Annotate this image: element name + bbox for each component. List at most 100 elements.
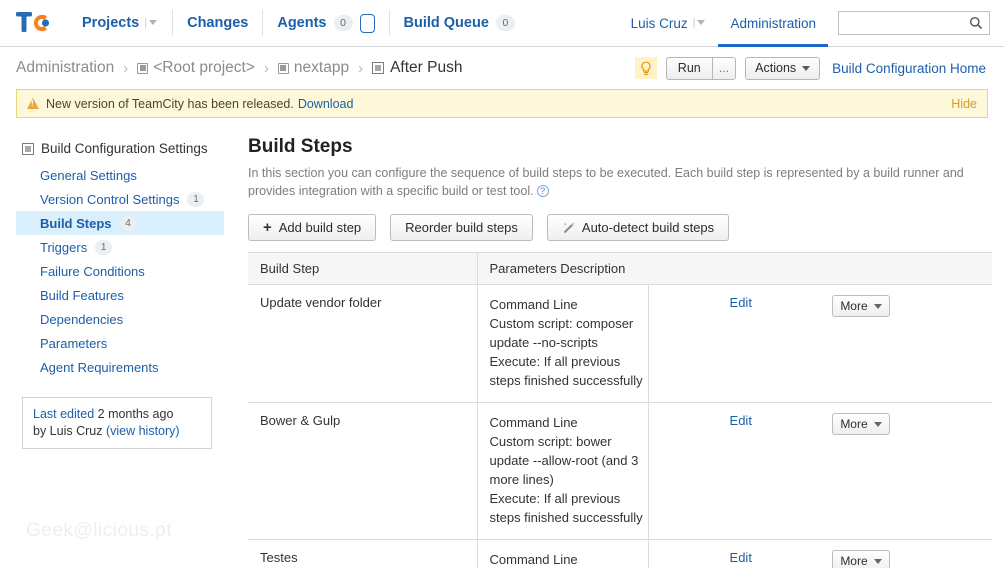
reorder-build-steps-label: Reorder build steps — [405, 220, 518, 235]
view-history-link[interactable]: (view history) — [106, 424, 180, 438]
nav-item-agents[interactable]: Agents 0 — [265, 0, 386, 46]
build-step-runner: Command Line — [489, 415, 578, 430]
teamcity-logo[interactable] — [14, 8, 58, 38]
search-box[interactable] — [838, 11, 990, 35]
sidebar-item-triggers[interactable]: Triggers 1 — [16, 235, 224, 259]
auto-detect-build-steps-button[interactable]: Auto-detect build steps — [546, 214, 730, 241]
sidebar-item-label: Build Steps — [40, 215, 112, 231]
edit-link[interactable]: Edit — [730, 413, 752, 428]
edit-link[interactable]: Edit — [730, 550, 752, 565]
admin-tab-label: Administration — [730, 15, 816, 31]
tab-administration[interactable]: Administration — [718, 0, 828, 47]
last-edited-by: by Luis Cruz — [33, 424, 106, 438]
build-step-name: Testes — [248, 539, 478, 568]
last-edited-box: Last edited 2 months ago by Luis Cruz (v… — [22, 397, 212, 449]
last-edited-label[interactable]: Last edited — [33, 407, 94, 421]
version-notification-bar: New version of TeamCity has been release… — [16, 89, 988, 118]
chevron-down-icon — [873, 558, 882, 564]
nav-label-changes: Changes — [187, 15, 249, 31]
project-icon — [137, 62, 149, 74]
build-steps-toolbar: + Add build step Reorder build steps Aut… — [248, 214, 988, 241]
run-split-button[interactable]: Run ... — [665, 56, 737, 80]
sidebar-item-failure-conditions[interactable]: Failure Conditions — [16, 259, 224, 283]
add-build-step-button[interactable]: + Add build step — [248, 214, 377, 241]
build-step-edit-cell: Edit — [648, 402, 821, 540]
user-menu[interactable]: Luis Cruz | — [627, 16, 711, 31]
last-edited-line: Last edited 2 months ago — [33, 406, 201, 423]
more-label: More — [840, 554, 868, 568]
nav-divider — [388, 10, 390, 36]
table-row[interactable]: Testes Command Line Custom script: php c… — [248, 539, 992, 568]
more-dropdown-button[interactable]: More — [832, 550, 890, 568]
breadcrumb-administration[interactable]: Administration — [16, 59, 114, 77]
column-header-build-step: Build Step — [248, 252, 478, 285]
build-step-script: Custom script: bower update --allow-root… — [489, 434, 639, 487]
agents-count-badge: 0 — [333, 15, 353, 31]
more-label: More — [840, 299, 868, 313]
auto-detect-build-steps-label: Auto-detect build steps — [581, 220, 715, 235]
build-step-parameters: Command Line Custom script: php ci/phpun… — [477, 539, 649, 568]
table-row[interactable]: Bower & Gulp Command Line Custom script:… — [248, 402, 992, 540]
sidebar-item-label: Parameters — [40, 335, 108, 351]
build-step-execute: Execute: If all previous steps finished … — [489, 491, 643, 525]
user-name: Luis Cruz — [630, 15, 688, 31]
more-dropdown-button[interactable]: More — [832, 413, 890, 435]
build-queue-count-badge: 0 — [495, 15, 515, 31]
section-description-text: In this section you can configure the se… — [248, 166, 964, 198]
magic-wand-icon — [562, 221, 576, 235]
chevron-down-icon — [802, 65, 811, 71]
projects-dropdown-caret[interactable]: | — [144, 17, 158, 29]
sidebar-item-agent-requirements[interactable]: Agent Requirements — [16, 355, 224, 379]
tips-bulb-button[interactable] — [634, 57, 657, 79]
sidebar-item-dependencies[interactable]: Dependencies — [16, 307, 224, 331]
breadcrumb-separator: › — [358, 59, 364, 77]
build-steps-table: Build Step Parameters Description Update… — [248, 252, 992, 568]
sidebar-item-version-control-settings[interactable]: Version Control Settings 1 — [16, 187, 224, 211]
sidebar-item-badge: 1 — [187, 191, 205, 207]
table-header-row: Build Step Parameters Description — [248, 252, 992, 285]
lightbulb-icon — [641, 61, 651, 75]
breadcrumb-separator: › — [123, 59, 129, 77]
agents-status-badge[interactable] — [359, 13, 375, 33]
caret-divider: | — [692, 17, 696, 29]
run-button[interactable]: Run — [665, 56, 712, 80]
breadcrumb-after-push: After Push — [372, 59, 462, 77]
sidebar-item-build-steps[interactable]: Build Steps 4 — [16, 211, 224, 235]
build-step-edit-cell: Edit — [648, 284, 821, 403]
more-dropdown-button[interactable]: More — [832, 295, 890, 317]
last-edited-when: 2 months ago — [94, 407, 174, 421]
nav-item-build-queue[interactable]: Build Queue 0 — [392, 0, 527, 46]
more-label: More — [840, 417, 868, 431]
sidebar-item-general-settings[interactable]: General Settings — [16, 163, 224, 187]
hide-notice-link[interactable]: Hide — [951, 97, 977, 111]
nav-item-changes[interactable]: Changes — [175, 0, 260, 46]
sidebar-item-label: Version Control Settings — [40, 191, 180, 207]
build-steps-table-head: Build Step Parameters Description — [248, 252, 992, 285]
sidebar-item-parameters[interactable]: Parameters — [16, 331, 224, 355]
search-input[interactable] — [845, 16, 983, 30]
page-body: Build Configuration Settings General Set… — [0, 118, 1004, 568]
table-row[interactable]: Update vendor folder Command Line Custom… — [248, 284, 992, 403]
actions-dropdown-button[interactable]: Actions — [745, 56, 821, 80]
build-configuration-home-link[interactable]: Build Configuration Home — [832, 61, 986, 76]
help-icon[interactable]: ? — [536, 184, 549, 197]
caret-divider: | — [144, 17, 148, 29]
reorder-build-steps-button[interactable]: Reorder build steps — [390, 214, 533, 241]
download-link[interactable]: Download — [298, 97, 354, 111]
user-dropdown-caret[interactable]: | — [693, 17, 707, 29]
edit-link[interactable]: Edit — [730, 295, 752, 310]
sidebar-item-badge: 1 — [95, 239, 113, 255]
section-description: In this section you can configure the se… — [248, 165, 978, 200]
add-build-step-label: Add build step — [278, 220, 362, 235]
column-header-parameters-description: Parameters Description — [477, 252, 992, 285]
breadcrumb-root-project[interactable]: <Root project> — [137, 59, 255, 77]
breadcrumb-nextapp[interactable]: nextapp — [277, 59, 349, 77]
watermark: Geek@licious.pt — [26, 520, 173, 541]
breadcrumb-label: Administration — [16, 59, 115, 76]
nav-label-agents: Agents — [277, 15, 327, 31]
run-options-button[interactable]: ... — [711, 56, 737, 80]
search-icon[interactable] — [969, 16, 983, 30]
nav-item-projects[interactable]: Projects | — [70, 0, 170, 46]
nav-divider — [172, 10, 174, 36]
sidebar-item-build-features[interactable]: Build Features — [16, 283, 224, 307]
